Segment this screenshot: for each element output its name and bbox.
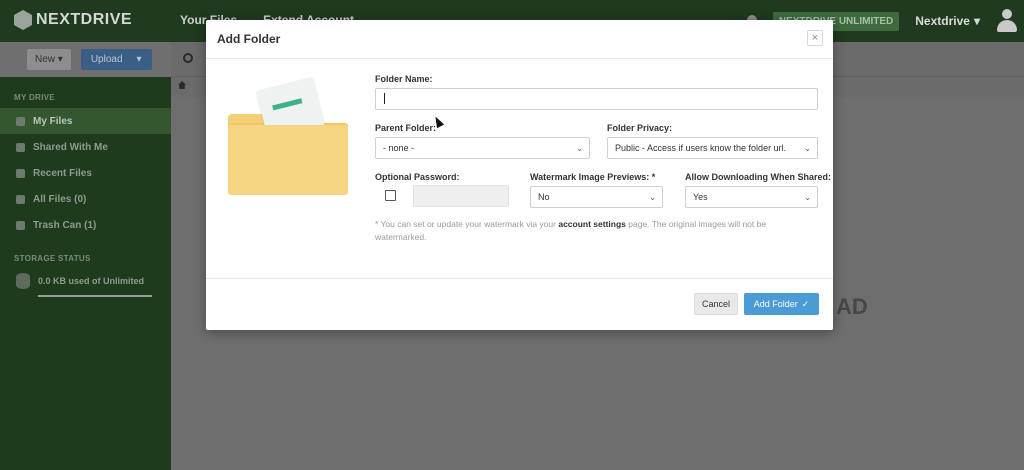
- user-menu[interactable]: Nextdrive ▾: [915, 14, 980, 28]
- user-name: Nextdrive: [915, 14, 970, 28]
- new-button[interactable]: New ▾: [27, 49, 71, 70]
- sidebar: New ▾ Upload ▾ MY DRIVE My Files Shared W…: [0, 42, 171, 470]
- users-icon: [16, 142, 25, 152]
- trash-icon: [16, 220, 25, 230]
- folder-privacy-label: Folder Privacy:: [607, 123, 673, 133]
- upload-dropdown-icon[interactable]: ▾: [137, 54, 142, 65]
- logo-mark-icon: [14, 10, 32, 30]
- sidebar-item-all-files[interactable]: All Files (0): [0, 186, 171, 212]
- folder-illustration: [227, 75, 349, 197]
- parent-folder-select[interactable]: - none - ⌄: [375, 137, 590, 159]
- search-icon[interactable]: [183, 53, 193, 63]
- nextdrive-logo[interactable]: NEXTDRIVE: [14, 10, 132, 30]
- storage-status-title: STORAGE STATUS: [14, 254, 91, 263]
- watermark-select[interactable]: No ⌄: [530, 186, 663, 208]
- globe-icon: [16, 194, 25, 204]
- chevron-down-icon: ⌄: [576, 144, 583, 153]
- allow-downloading-label: Allow Downloading When Shared:: [685, 172, 831, 182]
- folder-name-wrapper: [375, 88, 818, 110]
- optional-password-label: Optional Password:: [375, 172, 460, 182]
- storage-status: 0.0 KB used of Unlimited: [0, 269, 171, 289]
- sidebar-item-shared-with-me[interactable]: Shared With Me: [0, 134, 171, 160]
- account-settings-link[interactable]: account settings: [558, 219, 626, 229]
- document-stripe: [272, 98, 303, 111]
- folder-icon: [228, 125, 348, 195]
- close-button[interactable]: ×: [807, 30, 823, 46]
- sidebar-section-title: MY DRIVE: [14, 93, 55, 102]
- chevron-down-icon: ⌄: [804, 144, 811, 153]
- add-folder-button[interactable]: Add Folder ✓: [744, 293, 819, 315]
- folder-icon: [16, 116, 25, 126]
- modal-title: Add Folder: [217, 32, 281, 46]
- chevron-down-icon: ⌄: [649, 193, 656, 202]
- chevron-down-icon: ⌄: [804, 193, 811, 202]
- upload-button[interactable]: Upload ▾: [80, 49, 152, 70]
- database-icon: [16, 273, 30, 289]
- sidebar-item-trash-can[interactable]: Trash Can (1): [0, 212, 171, 238]
- storage-text: 0.0 KB used of Unlimited: [38, 276, 145, 286]
- caret-down-icon: ▾: [973, 14, 980, 28]
- clock-icon: [16, 168, 25, 178]
- check-icon: ✓: [801, 298, 810, 309]
- logo-text: NEXTDRIVE: [36, 11, 133, 28]
- sidebar-item-recent-files[interactable]: Recent Files: [0, 160, 171, 186]
- cancel-button[interactable]: Cancel: [694, 293, 738, 315]
- folder-privacy-select[interactable]: Public - Access if users know the folder…: [607, 137, 818, 159]
- sidebar-item-my-files[interactable]: My Files: [0, 108, 171, 134]
- modal-footer: Cancel Add Folder ✓: [206, 278, 833, 330]
- background-heading: AD: [836, 294, 868, 319]
- password-checkbox[interactable]: [385, 190, 396, 201]
- folder-name-input[interactable]: [375, 88, 818, 110]
- watermark-label: Watermark Image Previews: *: [530, 172, 656, 182]
- home-icon[interactable]: [178, 81, 186, 89]
- storage-bar: [38, 295, 152, 297]
- add-folder-modal: Add Folder × Folder Name: Parent Folder:…: [206, 20, 833, 330]
- allow-downloading-select[interactable]: Yes ⌄: [685, 186, 818, 208]
- sidebar-actions: New ▾ Upload ▾: [0, 42, 171, 77]
- parent-folder-label: Parent Folder:: [375, 123, 437, 133]
- user-avatar-icon[interactable]: [996, 7, 1018, 35]
- watermark-note: * You can set or update your watermark v…: [375, 219, 767, 242]
- folder-name-label: Folder Name:: [375, 74, 433, 84]
- modal-header: Add Folder ×: [206, 20, 833, 59]
- password-input[interactable]: [413, 185, 509, 207]
- text-cursor: [384, 93, 385, 104]
